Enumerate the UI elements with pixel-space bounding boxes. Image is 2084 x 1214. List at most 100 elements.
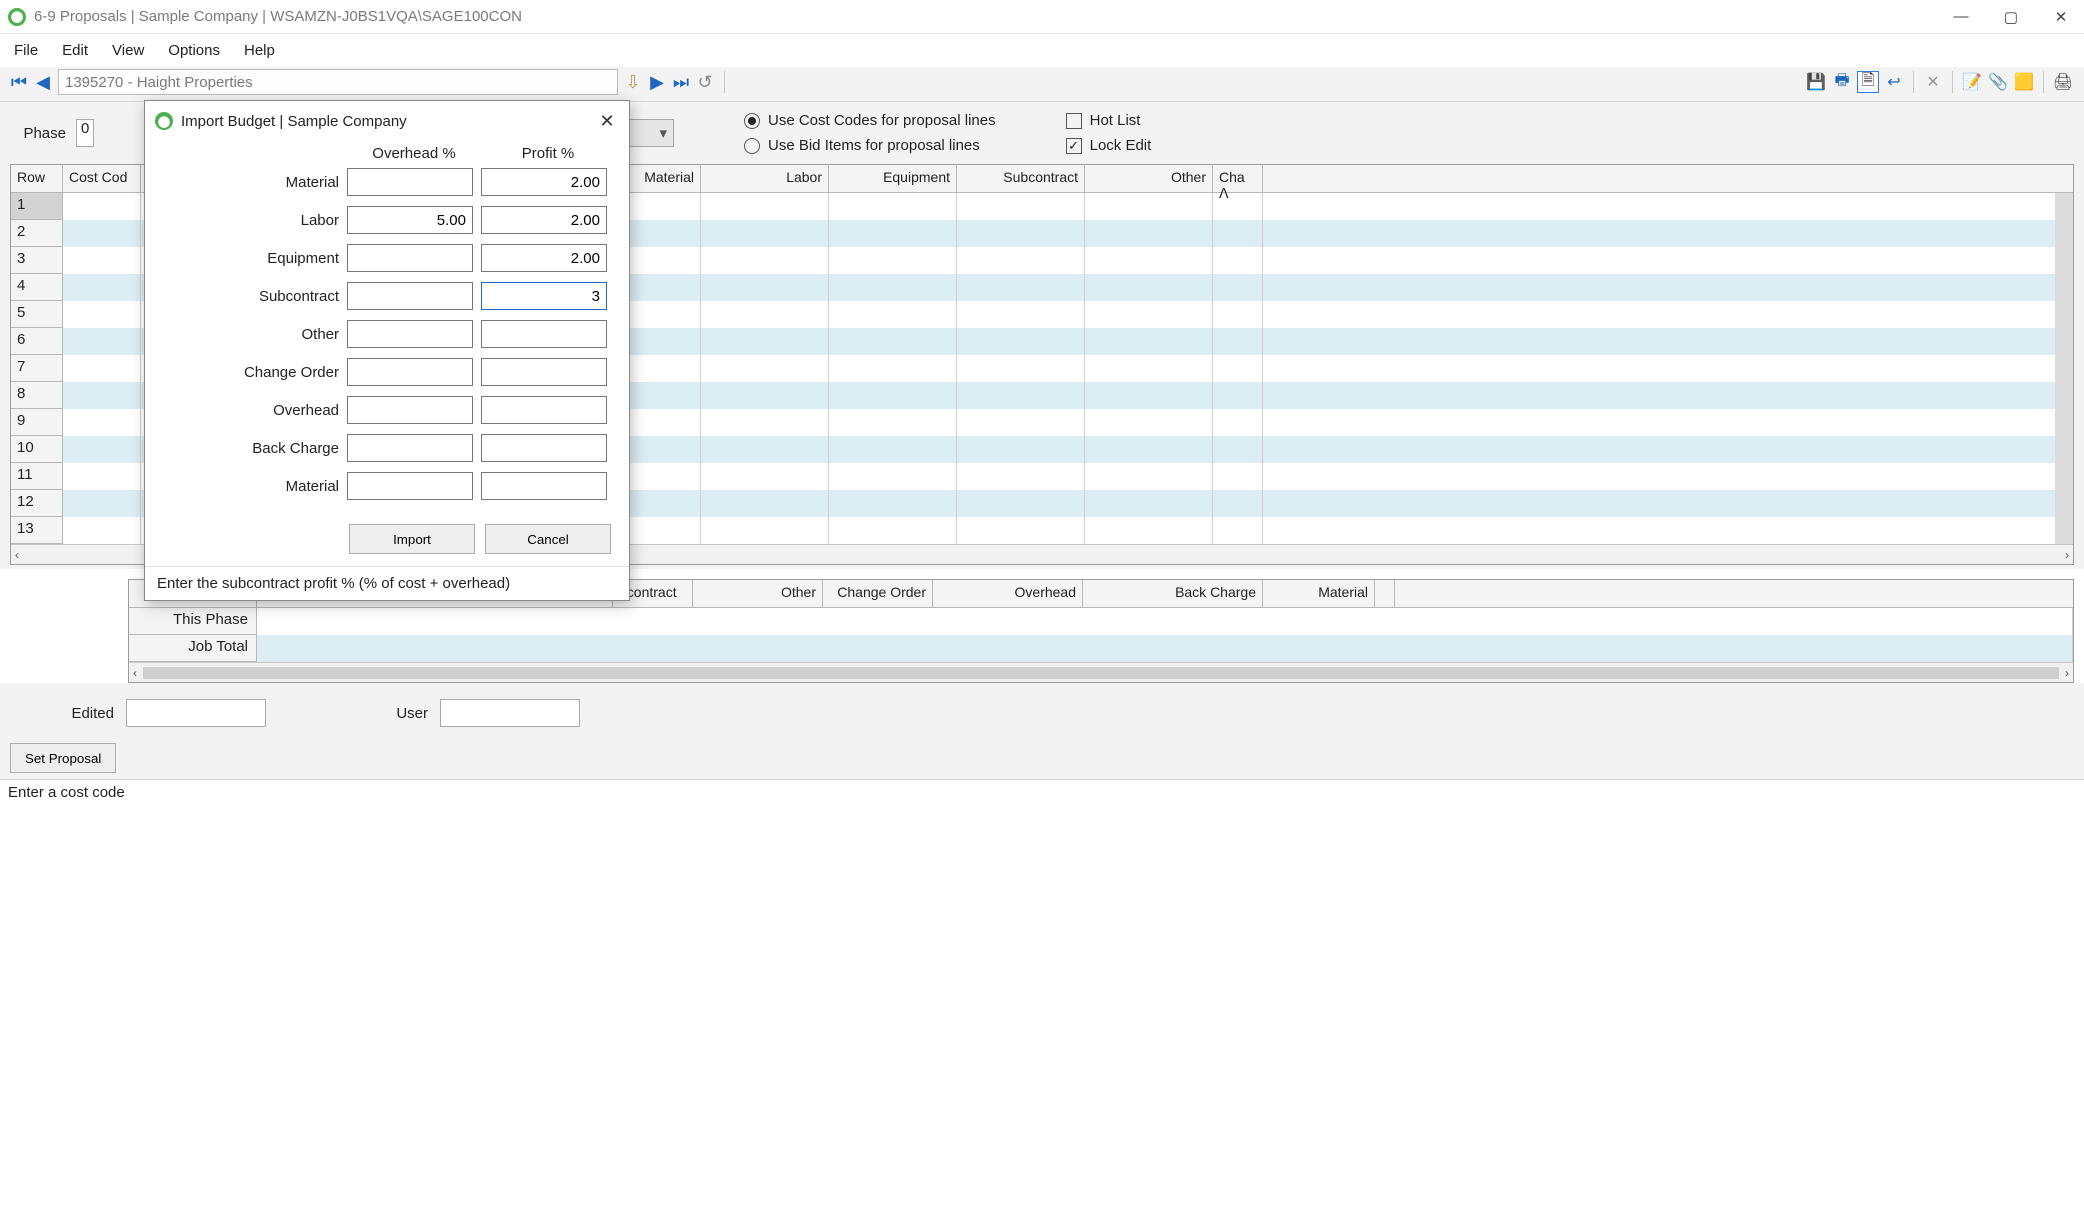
edited-label: Edited: [14, 705, 114, 722]
set-proposal-button[interactable]: Set Proposal: [10, 743, 116, 773]
prev-record-icon[interactable]: ◀: [34, 72, 52, 93]
row-number[interactable]: 6: [11, 328, 63, 355]
profit-input[interactable]: [481, 358, 607, 386]
note-edit-icon[interactable]: 📝: [1961, 71, 1983, 93]
profit-input[interactable]: [481, 244, 607, 272]
dropdown-arrow-icon[interactable]: ⇩: [624, 72, 642, 93]
import-button[interactable]: Import: [349, 524, 475, 554]
record-field[interactable]: 1395270 - Haight Properties: [58, 69, 618, 95]
row-number[interactable]: 1: [11, 193, 63, 220]
menu-file[interactable]: File: [14, 42, 38, 59]
profit-input[interactable]: [481, 472, 607, 500]
col-other[interactable]: Other: [1085, 165, 1213, 192]
col-row[interactable]: Row: [11, 165, 63, 192]
cancel-button[interactable]: Cancel: [485, 524, 611, 554]
next-record-icon[interactable]: ▶: [648, 72, 666, 93]
menu-edit[interactable]: Edit: [62, 42, 88, 59]
overhead-input[interactable]: [347, 472, 473, 500]
overhead-input[interactable]: [347, 434, 473, 462]
import-row-label: Back Charge: [163, 440, 339, 457]
hot-list-checkbox[interactable]: [1066, 113, 1082, 129]
profit-input[interactable]: [481, 396, 607, 424]
separator: [724, 71, 725, 93]
import-row-label: Equipment: [163, 250, 339, 267]
overhead-input[interactable]: [347, 168, 473, 196]
scol-change-order[interactable]: Change Order: [823, 580, 933, 607]
import-row: Material: [163, 168, 611, 196]
overhead-input[interactable]: [347, 358, 473, 386]
first-record-icon[interactable]: ⏮: [10, 72, 28, 93]
overhead-input[interactable]: [347, 320, 473, 348]
summary-hscroll[interactable]: ‹ ›: [129, 662, 2073, 682]
phase-input[interactable]: 0: [76, 119, 94, 147]
row-number[interactable]: 11: [11, 463, 63, 490]
profit-input[interactable]: [481, 320, 607, 348]
edited-field[interactable]: [126, 699, 266, 727]
import-row-label: Other: [163, 326, 339, 343]
col-subcontract[interactable]: Subcontract: [957, 165, 1085, 192]
overhead-input[interactable]: [347, 206, 473, 234]
printer-icon[interactable]: 🖨: [2052, 71, 2074, 93]
menu-options[interactable]: Options: [168, 42, 220, 59]
sticky-note-icon[interactable]: 🟨: [2013, 71, 2035, 93]
grid-vscroll[interactable]: [2055, 193, 2073, 544]
scol-other[interactable]: Other: [693, 580, 823, 607]
menu-help[interactable]: Help: [244, 42, 275, 59]
profit-input[interactable]: [481, 282, 607, 310]
print-icon[interactable]: 🖶: [1831, 71, 1853, 93]
col-labor[interactable]: Labor: [701, 165, 829, 192]
menu-view[interactable]: View: [112, 42, 144, 59]
scol-overhead[interactable]: Overhead: [933, 580, 1083, 607]
user-label: User: [278, 705, 428, 722]
row-number[interactable]: 12: [11, 490, 63, 517]
profit-input[interactable]: [481, 434, 607, 462]
scol-material[interactable]: Material: [1263, 580, 1375, 607]
import-row: Other: [163, 320, 611, 348]
col-cost-code[interactable]: Cost Cod: [63, 165, 141, 192]
save-icon[interactable]: 💾: [1805, 71, 1827, 93]
radio-cost-codes[interactable]: [744, 113, 760, 129]
delete-icon[interactable]: ✕: [1922, 71, 1944, 93]
dialog-title: Import Budget | Sample Company: [181, 113, 407, 130]
attachment-icon[interactable]: 📎: [1987, 71, 2009, 93]
scol-back-charge[interactable]: Back Charge: [1083, 580, 1263, 607]
col-equipment[interactable]: Equipment: [829, 165, 957, 192]
scroll-left-icon[interactable]: ‹: [133, 666, 137, 680]
col-head-overhead: Overhead %: [351, 145, 477, 162]
row-number[interactable]: 3: [11, 247, 63, 274]
separator: [2043, 71, 2044, 93]
row-number[interactable]: 4: [11, 274, 63, 301]
menubar: File Edit View Options Help: [0, 34, 2084, 67]
col-cha[interactable]: Cha ᐱ: [1213, 165, 1263, 192]
scroll-right-icon[interactable]: ›: [2065, 548, 2069, 562]
profit-input[interactable]: [481, 168, 607, 196]
maximize-button[interactable]: ▢: [1996, 8, 2026, 26]
close-button[interactable]: ✕: [2046, 8, 2076, 26]
radio-cost-codes-label: Use Cost Codes for proposal lines: [768, 112, 996, 129]
minimize-button[interactable]: —: [1946, 8, 1976, 26]
dialog-close-button[interactable]: ✕: [595, 111, 619, 132]
scroll-right-icon[interactable]: ›: [2065, 666, 2069, 680]
back-arrow-icon[interactable]: ↩: [1883, 71, 1905, 93]
lock-edit-checkbox[interactable]: ✓: [1066, 138, 1082, 154]
row-number[interactable]: 2: [11, 220, 63, 247]
import-row: Equipment: [163, 244, 611, 272]
overhead-input[interactable]: [347, 244, 473, 272]
row-number[interactable]: 9: [11, 409, 63, 436]
row-number[interactable]: 8: [11, 382, 63, 409]
overhead-input[interactable]: [347, 396, 473, 424]
statusbar: Enter a cost code: [0, 779, 2084, 805]
radio-bid-items[interactable]: [744, 138, 760, 154]
summary-row-job-total: Job Total: [129, 635, 257, 662]
new-icon[interactable]: 🗎: [1857, 71, 1879, 93]
user-field[interactable]: [440, 699, 580, 727]
scroll-left-icon[interactable]: ‹: [15, 548, 19, 562]
row-number[interactable]: 10: [11, 436, 63, 463]
last-record-icon[interactable]: ⏭: [672, 72, 690, 93]
overhead-input[interactable]: [347, 282, 473, 310]
profit-input[interactable]: [481, 206, 607, 234]
row-number[interactable]: 7: [11, 355, 63, 382]
row-number[interactable]: 13: [11, 517, 63, 544]
row-number[interactable]: 5: [11, 301, 63, 328]
refresh-icon[interactable]: ↺: [696, 72, 714, 93]
